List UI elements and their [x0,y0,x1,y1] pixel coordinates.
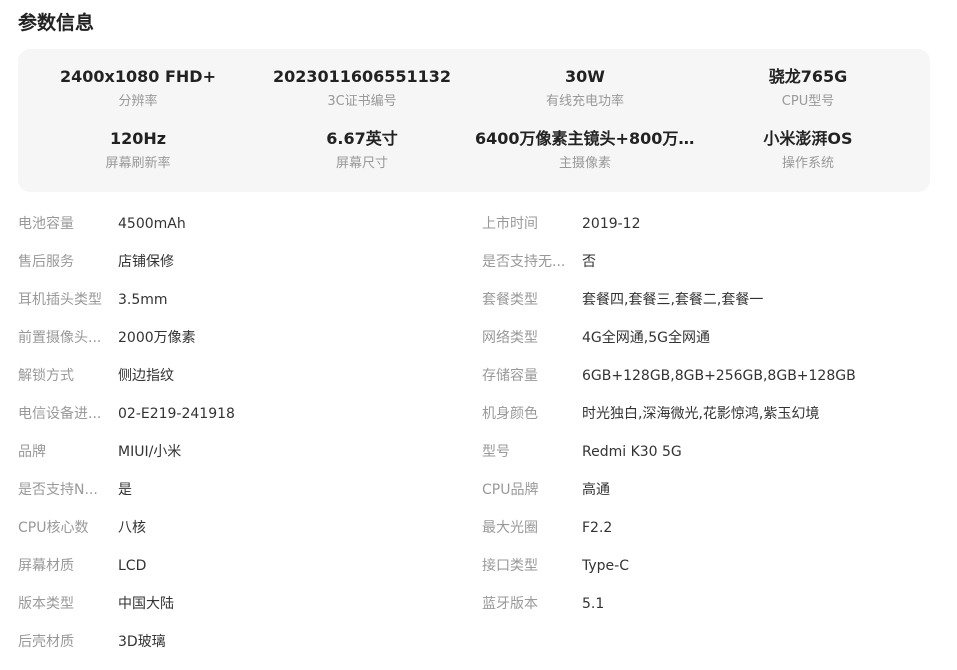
spec-label: 售后服务 [18,254,74,270]
key-spec-label: 有线充电功率 [545,94,624,109]
key-spec-label: 主摄像素 [558,156,611,171]
key-spec-resolution: 2400x1080 FHD+ 分辨率 [24,66,252,111]
spec-label: 前置摄像头... [18,330,102,346]
spec-value: 4500mAh [118,216,186,232]
spec-value: 4G全网通,5G全网通 [582,330,710,346]
spec-label: 机身颜色 [482,406,538,422]
spec-value: 否 [582,254,596,270]
key-spec-charging-power: 30W 有线充电功率 [471,66,699,111]
spec-value: 店铺保修 [118,254,174,270]
key-spec-cpu-model: 骁龙765G CPU型号 [694,66,922,111]
spec-value: F2.2 [582,520,613,536]
key-spec-os: 小米澎湃OS 操作系统 [694,128,922,173]
spec-label: 耳机插头类型 [18,292,102,308]
spec-label: 网络类型 [482,330,538,346]
key-spec-label: 屏幕尺寸 [335,156,388,171]
spec-value: 2000万像素 [118,330,196,346]
spec-value: 3.5mm [118,292,168,308]
spec-value: 6GB+128GB,8GB+256GB,8GB+128GB [582,368,856,384]
key-spec-label: 分辨率 [118,94,158,109]
spec-label: 是否支持N... [18,482,98,498]
spec-label: 蓝牙版本 [482,596,538,612]
spec-label: 后壳材质 [18,634,74,650]
key-specs-panel: 2400x1080 FHD+ 分辨率 2023011606551132 3C证书… [18,49,930,192]
spec-value: 02-E219-241918 [118,406,235,422]
spec-label: 接口类型 [482,558,538,574]
spec-value: LCD [118,558,147,574]
key-spec-value: 30W [565,67,605,86]
spec-value: 时光独白,深海微光,花影惊鸿,紫玉幻境 [582,406,820,422]
spec-label: 上市时间 [482,216,538,232]
key-spec-label: 操作系统 [781,156,834,171]
spec-label: 品牌 [18,444,46,460]
spec-value: 中国大陆 [118,596,174,612]
key-spec-value: 2023011606551132 [272,67,452,86]
spec-label: 解锁方式 [18,368,74,384]
spec-value: 侧边指纹 [118,368,174,384]
spec-value: 高通 [582,482,610,498]
spec-label: 套餐类型 [482,292,538,308]
spec-value: 2019-12 [582,216,641,232]
key-spec-value: 6.67英寸 [326,129,398,148]
spec-value: 3D玻璃 [118,634,166,650]
spec-value: Type-C [582,558,629,574]
key-spec-value: 小米澎湃OS [763,129,853,148]
spec-label: 电信设备进... [18,406,102,422]
spec-label: CPU品牌 [482,482,539,498]
key-spec-main-camera: 6400万像素主镜头+800万... 主摄像素 [471,128,699,173]
key-spec-label: 屏幕刷新率 [105,156,171,171]
key-spec-value: 2400x1080 FHD+ [60,67,216,86]
spec-label: 最大光圈 [482,520,538,536]
spec-label: 屏幕材质 [18,558,74,574]
key-spec-value: 骁龙765G [768,67,848,86]
spec-label: 存储容量 [482,368,538,384]
spec-label: CPU核心数 [18,520,89,536]
spec-label: 是否支持无... [482,254,566,270]
spec-value: 5.1 [582,596,605,612]
spec-value: 套餐四,套餐三,套餐二,套餐一 [582,292,764,308]
key-spec-value: 120Hz [109,129,167,148]
key-spec-label: 3C证书编号 [327,94,397,109]
spec-value: Redmi K30 5G [582,444,682,460]
spec-value: MIUI/小米 [118,444,182,460]
spec-label: 型号 [482,444,510,460]
spec-label: 电池容量 [18,216,74,232]
key-spec-refresh-rate: 120Hz 屏幕刷新率 [24,128,252,173]
page-title: 参数信息 [18,12,95,34]
key-spec-value: 6400万像素主镜头+800万... [475,129,697,148]
key-spec-3c-cert: 2023011606551132 3C证书编号 [248,66,476,111]
spec-value: 八核 [118,520,146,536]
spec-label: 版本类型 [18,596,74,612]
key-spec-screen-size: 6.67英寸 屏幕尺寸 [248,128,476,173]
key-spec-label: CPU型号 [781,94,835,109]
spec-value: 是 [118,482,132,498]
